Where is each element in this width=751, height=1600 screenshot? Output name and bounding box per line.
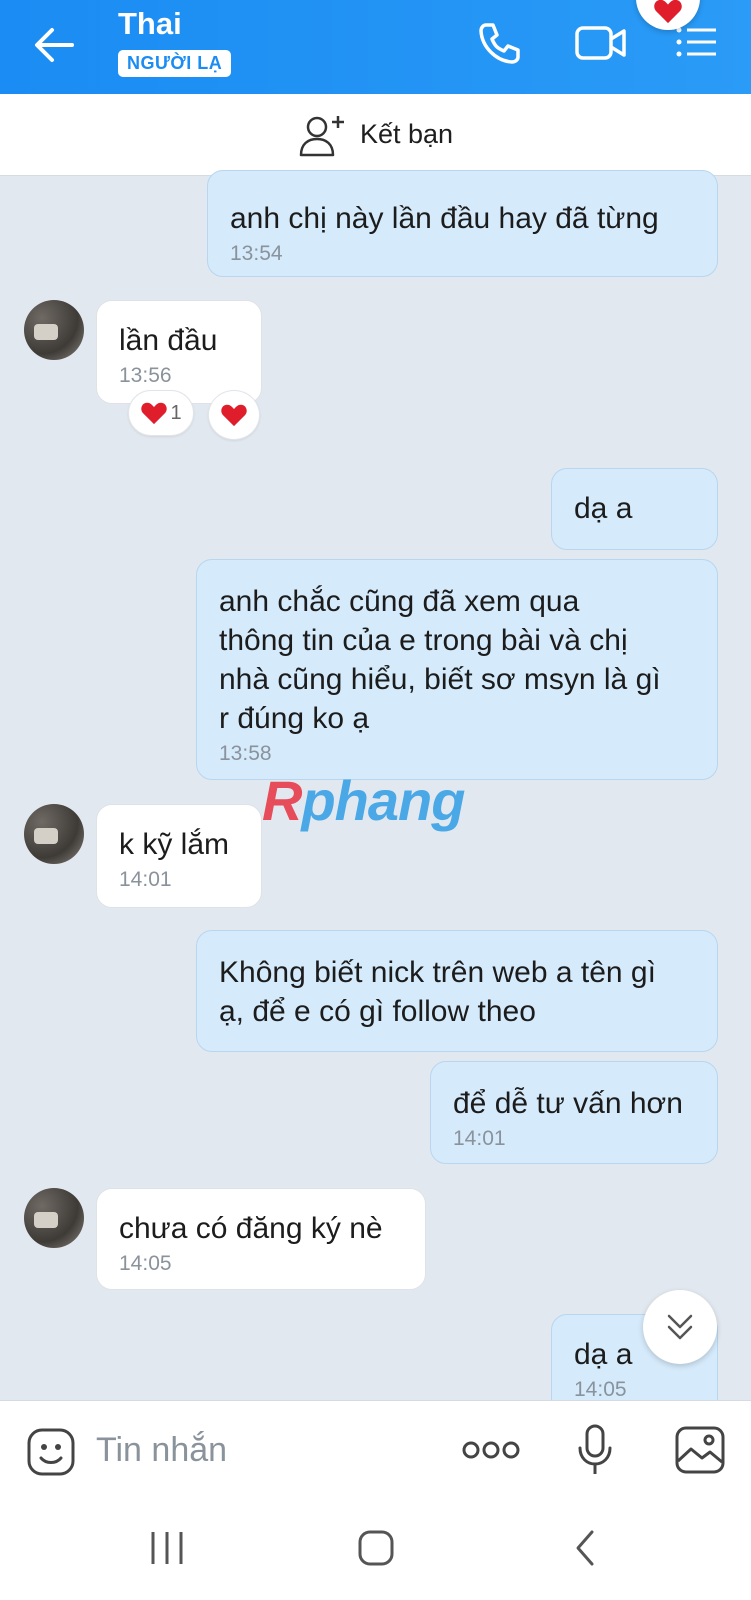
message-bubble-received[interactable]: k kỹ lắm 14:01	[96, 804, 262, 908]
sticker-button[interactable]	[26, 1427, 76, 1482]
contact-name[interactable]: Thai	[118, 6, 182, 42]
call-button[interactable]	[476, 20, 528, 70]
stranger-badge: NGƯỜI LẠ	[118, 50, 232, 77]
message-time: 14:01	[453, 1127, 506, 1150]
watermark-logo: Rphang	[262, 769, 465, 832]
system-back-button[interactable]	[570, 1528, 600, 1573]
message-text: để dễ tư vấn hơn	[453, 1087, 683, 1120]
phone-icon	[479, 23, 520, 64]
message-bubble-sent[interactable]: Không biết nick trên web a tên gì ạ, để …	[196, 930, 718, 1052]
avatar[interactable]	[24, 1188, 84, 1248]
back-button[interactable]	[32, 24, 82, 66]
message-text: lần đầu	[119, 324, 218, 357]
message-text: chưa có đăng ký nè	[119, 1212, 383, 1245]
chat-header: Thai NGƯỜI LẠ	[0, 0, 751, 94]
message-time: 13:56	[119, 364, 172, 387]
video-call-button[interactable]	[574, 20, 626, 70]
reaction-count: 1	[170, 401, 182, 424]
avatar[interactable]	[24, 804, 84, 864]
recent-apps-icon	[151, 1532, 183, 1564]
video-camera-icon	[575, 26, 626, 60]
more-dots-icon	[462, 1441, 520, 1459]
options-button[interactable]	[674, 20, 726, 70]
more-button[interactable]	[462, 1439, 520, 1466]
reaction-count-badge[interactable]: 1	[128, 390, 194, 436]
message-time: 13:58	[219, 742, 272, 765]
heart-icon	[654, 0, 682, 24]
message-text: anh chắc cũng đã xem qua thông tin của e…	[219, 585, 661, 735]
home-button[interactable]	[356, 1528, 396, 1573]
react-button[interactable]	[208, 390, 260, 440]
scroll-to-bottom-button[interactable]	[643, 1290, 717, 1364]
chevron-left-icon	[576, 1530, 594, 1566]
image-button[interactable]	[674, 1425, 726, 1480]
message-bubble-received[interactable]: chưa có đăng ký nè 14:05	[96, 1188, 426, 1290]
double-chevron-down-icon	[667, 1314, 693, 1340]
message-text: dạ a	[574, 492, 633, 525]
message-input[interactable]: Tin nhắn	[96, 1431, 227, 1470]
add-friend-bar[interactable]: Kết bạn	[0, 94, 751, 176]
message-bubble-received[interactable]: lần đầu 13:56	[96, 300, 262, 404]
heart-icon	[221, 404, 247, 427]
heart-icon	[141, 402, 168, 425]
message-time: 13:54	[230, 242, 283, 265]
message-composer: Tin nhắn	[0, 1400, 751, 1498]
message-bubble-sent[interactable]: để dễ tư vấn hơn 14:01	[430, 1061, 718, 1164]
avatar[interactable]	[24, 300, 84, 360]
message-bubble-sent[interactable]: dạ a	[551, 468, 718, 550]
microphone-icon	[578, 1424, 612, 1474]
recent-apps-button[interactable]	[148, 1528, 186, 1573]
image-icon	[675, 1426, 725, 1474]
arrow-left-icon	[35, 28, 74, 62]
add-user-icon	[299, 115, 344, 156]
message-text: Không biết nick trên web a tên gì ạ, để …	[219, 956, 656, 1028]
home-icon	[358, 1530, 394, 1566]
add-friend-label: Kết bạn	[359, 119, 454, 149]
message-bubble-sent[interactable]: anh chị này lần đầu hay đã từng 13:54	[207, 170, 718, 277]
message-time: 14:01	[119, 868, 172, 891]
sticker-face-icon	[27, 1428, 75, 1476]
voice-button[interactable]	[576, 1423, 614, 1482]
message-text: k kỹ lắm	[119, 828, 230, 861]
message-time: 14:05	[119, 1252, 172, 1275]
message-bubble-sent[interactable]: anh chắc cũng đã xem qua thông tin của e…	[196, 559, 718, 780]
message-text: anh chị này lần đầu hay đã từng	[230, 202, 659, 235]
system-navigation-bar	[0, 1498, 751, 1600]
message-time: 14:05	[574, 1378, 627, 1401]
